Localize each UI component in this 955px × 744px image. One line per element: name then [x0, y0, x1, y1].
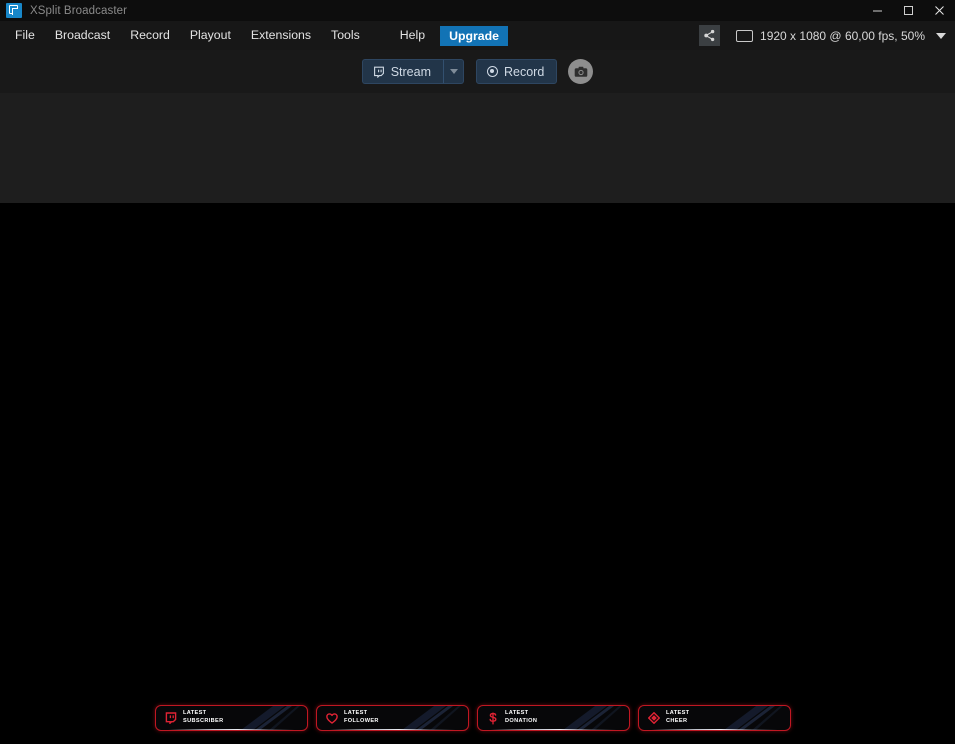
window-controls	[862, 0, 955, 21]
close-icon[interactable]	[924, 0, 955, 21]
widget-latest-cheer[interactable]: LATEST CHEER	[638, 705, 791, 731]
widget-labels: LATEST FOLLOWER	[344, 711, 379, 724]
overlay-widget-row: LATEST SUBSCRIBER LATEST FOLLOWER	[155, 705, 800, 735]
widget-line1: LATEST	[505, 711, 537, 717]
underglow	[490, 729, 617, 731]
underglow	[651, 729, 778, 731]
chevron-down-icon[interactable]	[936, 33, 946, 39]
record-dot-icon	[487, 66, 498, 77]
widget-line2: CHEER	[666, 719, 689, 725]
widget-line1: LATEST	[183, 711, 224, 717]
widget-line2: DONATION	[505, 719, 537, 725]
menu-bar-right: 1920 x 1080 @ 60,00 fps, 50%	[699, 21, 955, 50]
stream-dropdown-button[interactable]	[443, 59, 464, 84]
widget-labels: LATEST CHEER	[666, 711, 689, 724]
menu-item-extensions[interactable]: Extensions	[241, 25, 321, 46]
menu-item-help[interactable]: Help	[390, 25, 435, 46]
widget-labels: LATEST DONATION	[505, 711, 537, 724]
record-button-label: Record	[504, 65, 544, 79]
widget-latest-follower[interactable]: LATEST FOLLOWER	[316, 705, 469, 731]
record-button[interactable]: Record	[476, 59, 557, 84]
xsplit-broadcaster-window: XSplit Broadcaster File Broadcast Record…	[0, 0, 955, 744]
heart-icon	[325, 712, 338, 725]
widget-latest-subscriber[interactable]: LATEST SUBSCRIBER	[155, 705, 308, 731]
underglow	[329, 729, 456, 731]
dollar-icon	[486, 712, 499, 725]
widget-latest-donation[interactable]: LATEST DONATION	[477, 705, 630, 731]
menu-item-broadcast[interactable]: Broadcast	[45, 25, 120, 46]
preview-canvas[interactable]	[0, 203, 955, 744]
widget-line2: SUBSCRIBER	[183, 719, 224, 725]
stream-button-label: Stream	[391, 65, 431, 79]
stage-upper-panel	[0, 93, 955, 203]
underglow	[168, 729, 295, 731]
stream-button[interactable]: Stream	[362, 59, 443, 84]
menu-item-playout[interactable]: Playout	[180, 25, 241, 46]
streak-graphic	[211, 706, 307, 730]
menu-item-record[interactable]: Record	[120, 25, 180, 46]
chevron-down-icon	[450, 69, 458, 74]
snapshot-button[interactable]	[568, 59, 593, 84]
xsplit-logo-icon	[6, 3, 22, 18]
maximize-icon[interactable]	[893, 0, 924, 21]
menu-bar: File Broadcast Record Playout Extensions…	[0, 21, 955, 50]
bits-diamond-icon	[647, 712, 660, 725]
menu-item-file[interactable]: File	[5, 25, 45, 46]
widget-line1: LATEST	[666, 711, 689, 717]
title-bar: XSplit Broadcaster	[0, 0, 955, 21]
streak-graphic	[694, 706, 790, 730]
broadcast-toolbar: Stream Record	[0, 50, 955, 93]
menu-item-tools[interactable]: Tools	[321, 25, 370, 46]
stream-button-group: Stream	[362, 59, 464, 84]
widget-line2: FOLLOWER	[344, 719, 379, 725]
twitch-icon	[164, 712, 177, 725]
streak-graphic	[533, 706, 629, 730]
streak-graphic	[372, 706, 468, 730]
window-title: XSplit Broadcaster	[30, 5, 127, 17]
widget-labels: LATEST SUBSCRIBER	[183, 711, 224, 724]
minimize-icon[interactable]	[862, 0, 893, 21]
widget-line1: LATEST	[344, 711, 379, 717]
resolution-label: 1920 x 1080 @ 60,00 fps, 50%	[760, 29, 925, 43]
share-icon[interactable]	[699, 25, 720, 46]
camera-icon	[574, 66, 588, 78]
monitor-icon	[736, 30, 753, 42]
twitch-icon	[373, 66, 385, 78]
upgrade-button[interactable]: Upgrade	[440, 26, 508, 46]
